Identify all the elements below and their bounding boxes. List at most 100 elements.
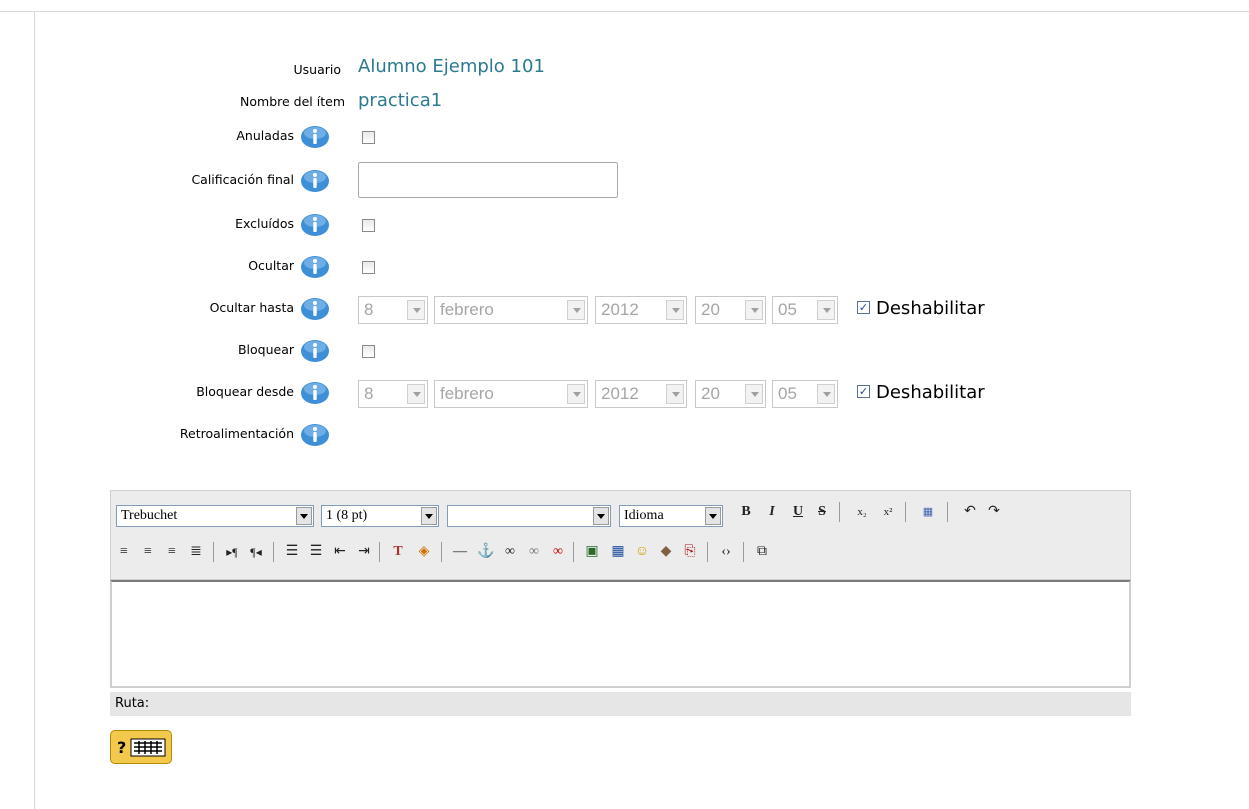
info-icon[interactable] (300, 125, 330, 149)
info-icon[interactable] (300, 213, 330, 237)
strikethrough-icon[interactable]: S (811, 501, 833, 523)
month-select[interactable]: febrero (434, 296, 588, 324)
ocultar-checkbox[interactable] (362, 261, 375, 274)
toolbar-separator (707, 542, 708, 562)
calificacion-final-label: Calificación final (191, 172, 294, 187)
row-excluidos: Excluídos (0, 210, 1249, 240)
minute-select[interactable]: 05 (772, 296, 838, 324)
chevron-down-icon (666, 384, 684, 404)
month-select[interactable]: febrero (434, 380, 588, 408)
link-icon[interactable]: ∞ (499, 541, 521, 563)
superscript-icon[interactable]: x² (877, 501, 899, 523)
redo-icon[interactable]: ↷ (983, 501, 1005, 523)
unordered-list-icon[interactable]: ☰ (305, 541, 327, 563)
toolbar-separator (441, 542, 442, 562)
day-select[interactable]: 8 (358, 296, 428, 324)
toolbar-separator (743, 542, 744, 562)
year-select[interactable]: 2012 (595, 380, 687, 408)
anuladas-checkbox[interactable] (362, 131, 375, 144)
clean-word-icon[interactable]: ▦ (917, 501, 939, 523)
ordered-list-icon[interactable]: ☰ (281, 541, 303, 563)
path-label: Ruta: (115, 696, 150, 711)
info-icon[interactable] (300, 169, 330, 193)
hour-value: 20 (701, 300, 720, 319)
chevron-down-icon (567, 300, 585, 320)
size-select[interactable]: 1 (8 pt) (321, 505, 439, 527)
usuario-value: Alumno Ejemplo 101 (358, 56, 545, 77)
font-value: Trebuchet (121, 508, 178, 523)
nombre-item-value: practica1 (358, 90, 443, 111)
row-nombre-item: Nombre del ítem practica1 (0, 88, 1249, 118)
html-source-icon[interactable]: ‹› (715, 541, 737, 563)
text-color-icon[interactable]: T (387, 541, 409, 563)
editor-toolbar: Trebuchet 1 (8 pt) Idioma B I U S x₂ x² … (110, 490, 1131, 580)
row-ocultar: Ocultar (0, 252, 1249, 282)
disable-checkbox[interactable]: ✓ (857, 385, 870, 398)
row-bloquear: Bloquear (0, 336, 1249, 366)
underline-icon[interactable]: U (787, 501, 809, 523)
year-value: 2012 (601, 384, 639, 403)
ocultar-label: Ocultar (248, 258, 294, 273)
row-calificacion-final: Calificación final (0, 162, 1249, 198)
toolbar-separator (273, 542, 274, 562)
info-icon[interactable] (300, 423, 330, 447)
row-anuladas: Anuladas (0, 122, 1249, 152)
nolink-icon[interactable]: ∞ (547, 541, 569, 563)
toolbar-separator (947, 502, 948, 522)
search-replace-icon[interactable]: ⎘ (679, 541, 701, 563)
info-icon[interactable] (300, 297, 330, 321)
align-left-icon[interactable]: ≡ (113, 541, 135, 563)
format-select[interactable] (447, 505, 611, 527)
subscript-icon[interactable]: x₂ (851, 501, 873, 523)
year-select[interactable]: 2012 (595, 296, 687, 324)
anchor-icon[interactable]: ⚓ (475, 541, 497, 563)
keyboard-shortcuts-icon[interactable]: ? (110, 730, 172, 764)
undo-icon[interactable]: ↶ (959, 501, 981, 523)
bold-icon[interactable]: B (735, 501, 757, 523)
unlink-icon[interactable]: ∞ (523, 541, 545, 563)
insert-image-icon[interactable]: ▣ (581, 541, 603, 563)
hour-select[interactable]: 20 (695, 296, 766, 324)
excluidos-checkbox[interactable] (362, 219, 375, 232)
chevron-down-icon (705, 507, 721, 525)
svg-text:?: ? (117, 738, 126, 757)
ltr-icon[interactable]: ▸¶ (221, 541, 243, 563)
horizontal-rule-icon[interactable]: — (449, 541, 471, 563)
minute-select[interactable]: 05 (772, 380, 838, 408)
fullscreen-icon[interactable]: ⧉ (751, 541, 773, 563)
align-center-icon[interactable]: ≡ (137, 541, 159, 563)
italic-icon[interactable]: I (761, 501, 783, 523)
language-value: Idioma (624, 508, 664, 523)
top-border (0, 11, 1249, 12)
calificacion-final-input[interactable] (358, 162, 618, 198)
rtl-icon[interactable]: ¶◂ (245, 541, 267, 563)
chevron-down-icon (407, 300, 425, 320)
month-value: febrero (440, 300, 494, 319)
year-value: 2012 (601, 300, 639, 319)
insert-table-icon[interactable]: ▦ (607, 541, 629, 563)
size-value: 1 (8 pt) (326, 508, 368, 523)
day-select[interactable]: 8 (358, 380, 428, 408)
hour-select[interactable]: 20 (695, 380, 766, 408)
toolbar-separator (379, 542, 380, 562)
indent-icon[interactable]: ⇥ (353, 541, 375, 563)
align-right-icon[interactable]: ≡ (161, 541, 183, 563)
row-usuario: Usuario Alumno Ejemplo 101 (0, 54, 1249, 84)
special-chars-icon[interactable]: ◆ (655, 541, 677, 563)
editor-content-area[interactable] (110, 580, 1131, 688)
info-icon[interactable] (300, 381, 330, 405)
chevron-down-icon (296, 507, 312, 525)
info-icon[interactable] (300, 339, 330, 363)
chevron-down-icon (817, 384, 835, 404)
background-color-icon[interactable]: ◈ (413, 541, 435, 563)
smiley-icon[interactable]: ☺ (631, 541, 653, 563)
align-justify-icon[interactable]: ≣ (185, 541, 207, 563)
bloquear-checkbox[interactable] (362, 345, 375, 358)
language-select[interactable]: Idioma (619, 505, 723, 527)
disable-label: Deshabilitar (876, 298, 985, 319)
outdent-icon[interactable]: ⇤ (329, 541, 351, 563)
font-select[interactable]: Trebuchet (116, 505, 314, 527)
disable-checkbox[interactable]: ✓ (857, 301, 870, 314)
info-icon[interactable] (300, 255, 330, 279)
bloquear-label: Bloquear (237, 342, 294, 357)
